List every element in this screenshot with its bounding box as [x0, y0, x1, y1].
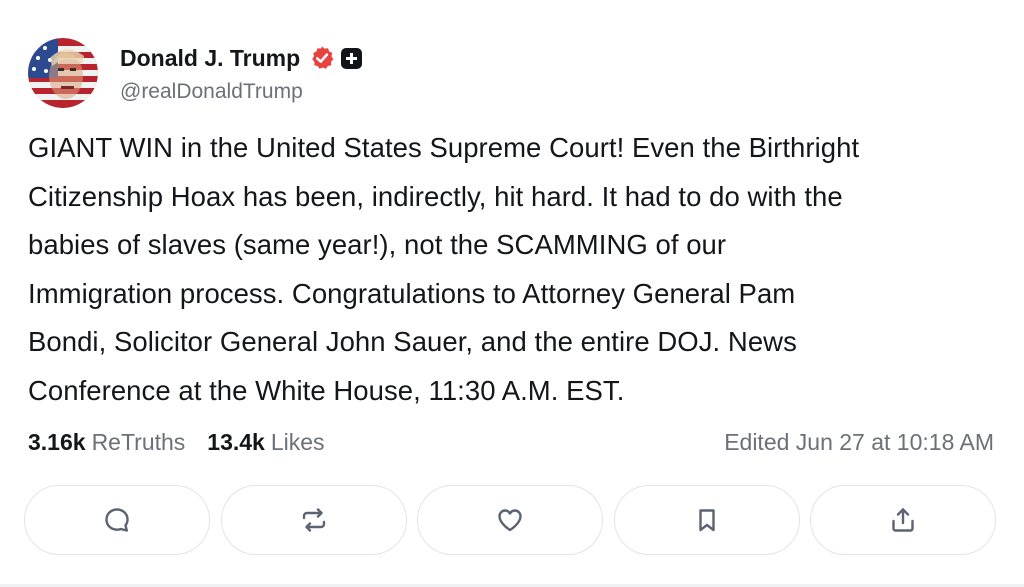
like-heart-icon: [498, 509, 522, 532]
avatar[interactable]: [28, 38, 98, 108]
like-button[interactable]: [417, 485, 603, 555]
share-icon: [892, 508, 914, 532]
name-row: Donald J. Trump: [120, 42, 363, 74]
edited-timestamp: Edited Jun 27 at 10:18 AM: [724, 428, 994, 455]
retruths-label: ReTruths: [91, 428, 186, 455]
post-line: Conference at the White House, 11:30 A.M…: [28, 374, 625, 406]
post-line: GIANT WIN in the United States Supreme C…: [28, 132, 860, 163]
likes-count: 13.4k: [207, 428, 265, 455]
post-line: Citizenship Hoax has been, indirectly, h…: [28, 180, 843, 212]
bookmark-icon: [698, 509, 715, 532]
retruth-icon: [302, 508, 325, 532]
post-line: Bondi, Solicitor General John Sauer, and…: [28, 326, 797, 357]
likes-stat[interactable]: 13.4k Likes: [207, 429, 324, 456]
post-header: Donald J. Trump @realDonaldTrump: [28, 38, 363, 108]
author-display-name[interactable]: Donald J. Trump: [120, 45, 300, 72]
retruths-stat[interactable]: 3.16k ReTruths: [28, 429, 185, 456]
author-handle[interactable]: @realDonaldTrump: [120, 80, 362, 104]
retruth-button[interactable]: [220, 485, 407, 555]
truth-post-card: Donald J. Trump @realDonaldTrump GIANT W…: [0, 0, 1024, 587]
verified-badge-icon: [309, 45, 335, 71]
post-stats: 3.16k ReTruths 13.4k Likes Edited Jun 27…: [28, 425, 994, 459]
action-bar: [24, 485, 996, 557]
share-button[interactable]: [810, 485, 996, 555]
avatar-image: [28, 38, 98, 108]
likes-label: Likes: [270, 428, 325, 455]
post-line: Immigration process. Congratulations to …: [28, 277, 796, 309]
reply-icon: [105, 508, 129, 532]
reply-button[interactable]: [24, 485, 210, 555]
bookmark-button[interactable]: [613, 485, 800, 555]
plus-badge-icon: [341, 47, 363, 69]
retruths-count: 3.16k: [28, 428, 86, 455]
post-line: babies of slaves (same year!), not the S…: [28, 229, 727, 260]
author-identity: Donald J. Trump @realDonaldTrump: [120, 42, 363, 104]
post-body: GIANT WIN in the United States Supreme C…: [28, 124, 1003, 415]
